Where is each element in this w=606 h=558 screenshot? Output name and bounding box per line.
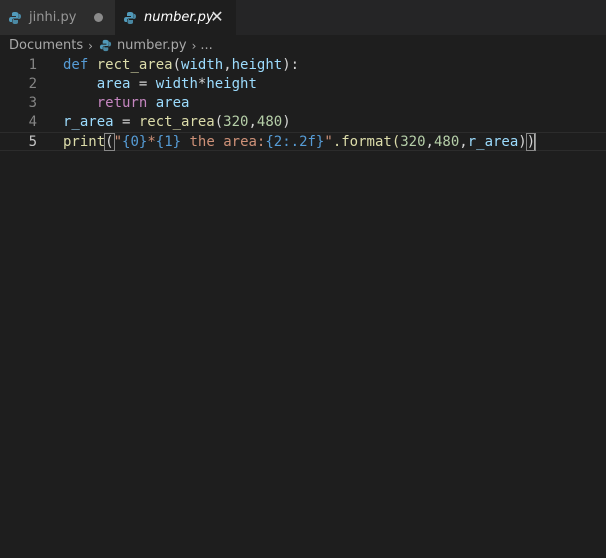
- string: ": [324, 134, 333, 150]
- current-code-line[interactable]: 5 print("{0}*{1} the area:{2:.2f}".forma…: [0, 132, 606, 151]
- close-icon[interactable]: ✕: [208, 8, 226, 26]
- code-text[interactable]: print("{0}*{1} the area:{2:.2f}".format(…: [63, 133, 537, 152]
- line-number: 5: [28, 134, 37, 150]
- string: ": [113, 134, 123, 150]
- chevron-right-icon: ›: [88, 38, 93, 53]
- code-text[interactable]: r_area = rect_area(320,480): [63, 113, 291, 132]
- breadcrumb-folder[interactable]: Documents: [9, 38, 83, 53]
- breadcrumb: Documents › number.py › ...: [0, 35, 606, 56]
- number: 480: [433, 134, 460, 150]
- number: 320: [400, 134, 426, 150]
- format-placeholder: {1}: [155, 134, 182, 150]
- variable: area: [96, 76, 131, 92]
- string: *: [147, 134, 156, 150]
- breadcrumb-more[interactable]: ...: [200, 38, 212, 53]
- code-line[interactable]: 1 def rect_area(width,height):: [0, 56, 606, 75]
- code-editor[interactable]: 1 def rect_area(width,height): 2 area = …: [0, 56, 606, 558]
- unsaved-dot-icon[interactable]: [94, 13, 103, 22]
- variable: height: [206, 76, 257, 92]
- tab-label: number.py: [144, 10, 214, 25]
- code-line[interactable]: 4 r_area = rect_area(320,480): [0, 113, 606, 132]
- tab-bar: jinhi.py number.py ✕: [0, 0, 606, 35]
- code-text[interactable]: area = width*height: [63, 75, 257, 94]
- code-text[interactable]: return area: [63, 94, 190, 113]
- variable: area: [155, 95, 190, 111]
- breadcrumb-file[interactable]: number.py: [117, 38, 187, 53]
- tab-label: jinhi.py: [29, 10, 77, 25]
- function-call: print: [63, 134, 106, 150]
- tab-jinhi[interactable]: jinhi.py: [0, 0, 115, 35]
- code-text[interactable]: def rect_area(width,height):: [63, 56, 299, 75]
- tab-number[interactable]: number.py ✕: [115, 0, 236, 35]
- line-number: 3: [28, 95, 37, 111]
- code-line[interactable]: 3 return area: [0, 94, 606, 113]
- format-placeholder: {0}: [122, 134, 148, 150]
- string: the area:: [181, 134, 266, 150]
- format-placeholder: {2:.2f}: [265, 134, 325, 150]
- variable: r_area: [467, 134, 519, 150]
- number: 320: [223, 114, 249, 130]
- function-name: rect_area: [96, 57, 173, 73]
- line-number: 1: [28, 57, 37, 73]
- number: 480: [256, 114, 283, 130]
- python-file-icon: [99, 39, 112, 52]
- text-cursor: [534, 133, 537, 151]
- chevron-right-icon: ›: [191, 38, 197, 53]
- method-call: .format(: [332, 134, 401, 150]
- function-call: rect_area: [138, 114, 215, 130]
- python-file-icon: [9, 11, 21, 24]
- parameter: height: [231, 57, 283, 73]
- line-number: 4: [28, 114, 37, 130]
- code-line[interactable]: 2 area = width*height: [0, 75, 606, 94]
- matched-bracket: (: [104, 133, 115, 151]
- line-number: 2: [28, 76, 37, 92]
- keyword-return: return: [96, 95, 148, 111]
- variable: width: [155, 76, 198, 92]
- keyword-def: def: [63, 57, 89, 73]
- python-file-icon: [124, 11, 136, 24]
- variable: r_area: [63, 114, 114, 130]
- parameter: width: [181, 57, 224, 73]
